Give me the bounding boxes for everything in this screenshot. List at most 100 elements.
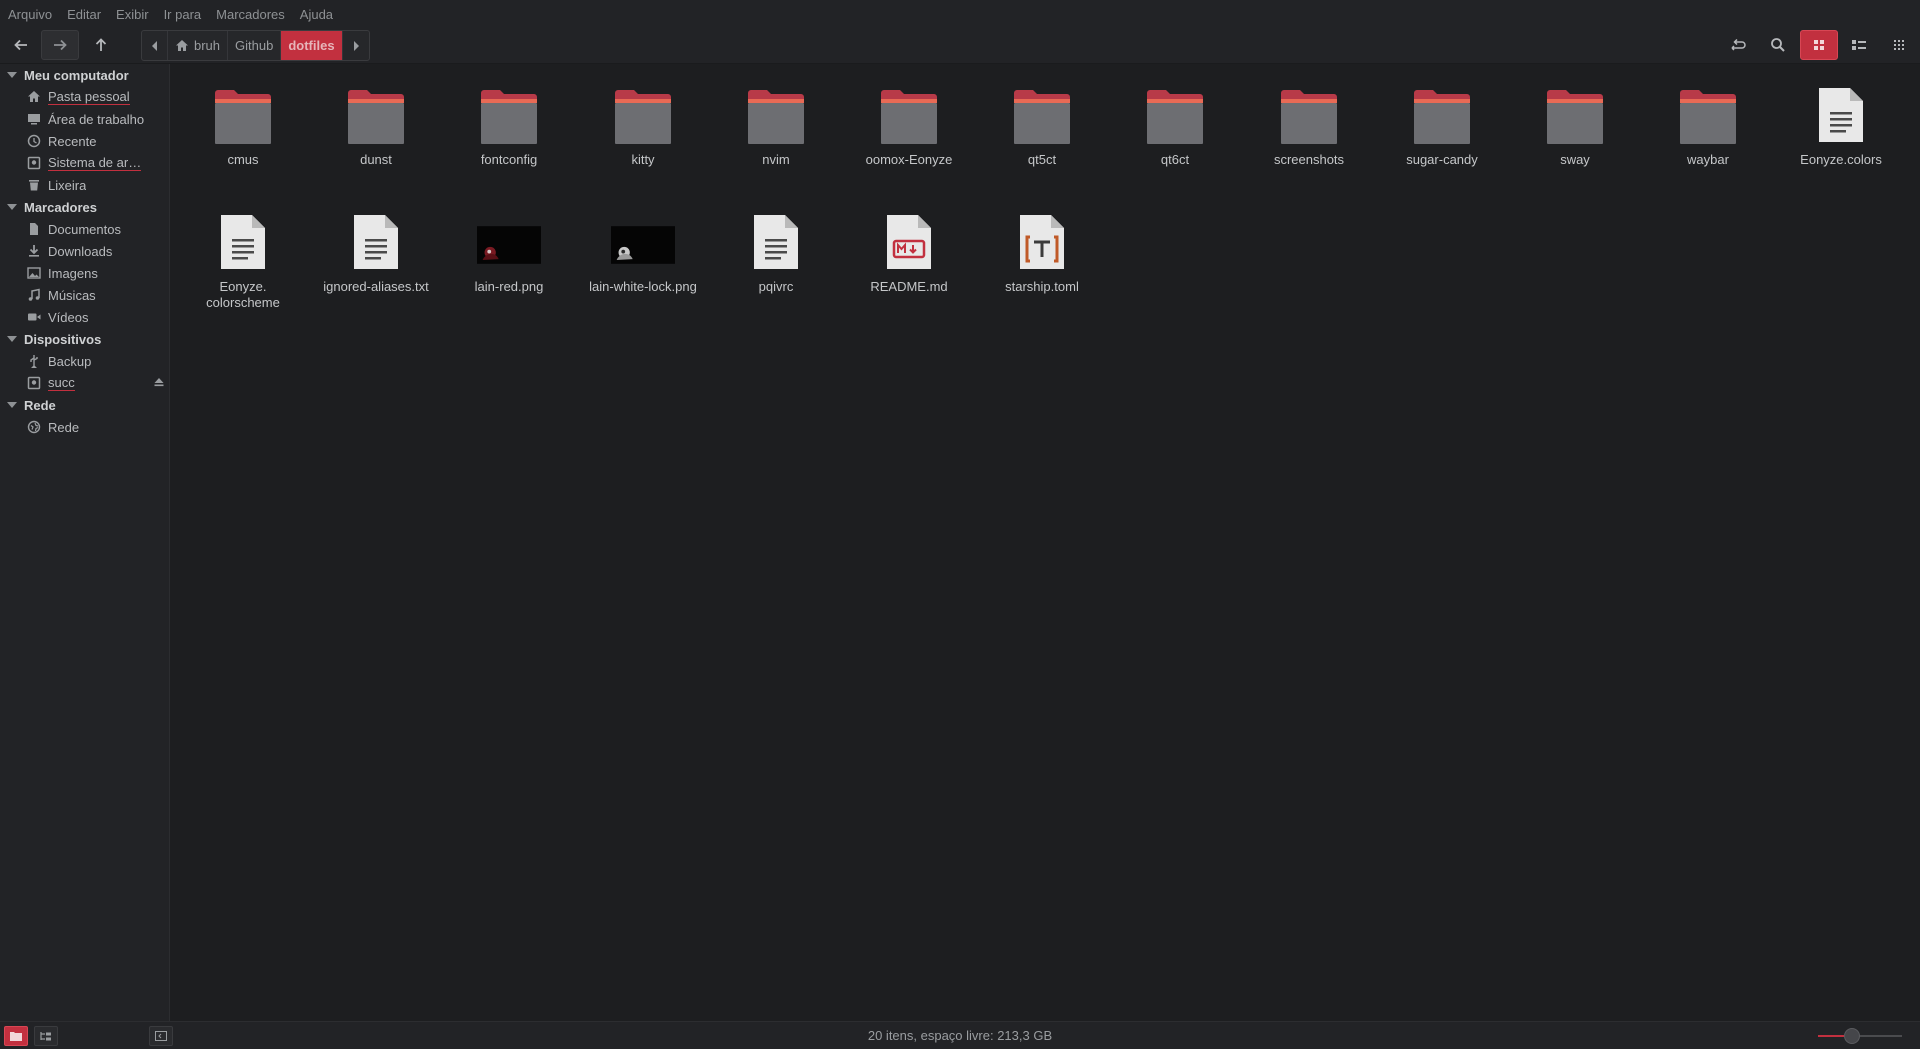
folder-icon bbox=[1277, 82, 1341, 144]
search-button[interactable] bbox=[1759, 30, 1797, 60]
sidebar-item[interactable]: Músicas bbox=[0, 284, 169, 306]
file-name: pqivrc bbox=[758, 279, 794, 294]
sidebar-section-title: Rede bbox=[24, 397, 56, 413]
sidebar-section-header[interactable]: Rede bbox=[0, 394, 56, 416]
file-item[interactable]: pqivrc bbox=[712, 191, 840, 311]
breadcrumb-label: dotfiles bbox=[288, 38, 335, 53]
sidebar-item[interactable]: Downloads bbox=[0, 240, 169, 262]
document-icon bbox=[877, 209, 941, 271]
folder-item[interactable]: sugar-candy bbox=[1378, 64, 1506, 184]
music-icon bbox=[27, 288, 41, 302]
file-name: starship.toml bbox=[1005, 279, 1079, 294]
sidebar-section-title: Marcadores bbox=[24, 199, 97, 215]
menu-item-arquivo[interactable]: Arquivo bbox=[8, 7, 52, 22]
folder-item[interactable]: fontconfig bbox=[445, 64, 573, 184]
zoom-slider-handle[interactable] bbox=[1843, 1028, 1860, 1044]
grid-icon bbox=[1814, 40, 1824, 50]
toggle-location-button[interactable] bbox=[1719, 30, 1757, 60]
file-name: oomox-Eonyze bbox=[865, 152, 953, 167]
forward-button[interactable] bbox=[41, 30, 79, 60]
file-name: sugar-candy bbox=[1406, 152, 1478, 167]
file-name: lain-red.png bbox=[474, 279, 544, 294]
image-thumbnail bbox=[611, 209, 675, 271]
network-icon bbox=[27, 420, 41, 434]
sidebar-section-header[interactable]: Dispositivos bbox=[0, 328, 101, 350]
breadcrumb-item-github[interactable]: Github bbox=[228, 31, 282, 60]
trash-icon bbox=[27, 178, 41, 192]
breadcrumb-item-current[interactable]: dotfiles bbox=[281, 31, 343, 60]
file-item[interactable]: lain-red.png bbox=[445, 191, 573, 311]
sidebar: Meu computador Pasta pessoal Área de traba… bbox=[0, 64, 170, 1021]
sidebar-item[interactable]: Vídeos bbox=[0, 306, 169, 328]
swap-icon bbox=[1731, 38, 1746, 51]
sidebar-item[interactable]: Backup bbox=[0, 350, 169, 372]
up-button[interactable] bbox=[82, 30, 120, 60]
file-name: lain-white-lock.png bbox=[589, 279, 697, 294]
sidebar-section-header[interactable]: Marcadores bbox=[0, 196, 97, 218]
zoom-slider[interactable] bbox=[1818, 1028, 1902, 1044]
menu-item-ir-para[interactable]: Ir para bbox=[164, 7, 202, 22]
folder-item[interactable]: oomox-Eonyze bbox=[845, 64, 973, 184]
sidebar-item[interactable]: Lixeira bbox=[0, 174, 169, 196]
folder-item[interactable]: kitty bbox=[579, 64, 707, 184]
arrow-right-icon bbox=[54, 39, 67, 51]
menu-item-exibir[interactable]: Exibir bbox=[116, 7, 149, 22]
expander-icon bbox=[7, 336, 17, 342]
eject-icon[interactable] bbox=[153, 376, 165, 391]
expander-icon bbox=[7, 204, 17, 210]
folder-icon bbox=[1410, 82, 1474, 144]
status-text: 20 itens, espaço livre: 213,3 GB bbox=[867, 1028, 1053, 1043]
folder-item[interactable]: qt6ct bbox=[1111, 64, 1239, 184]
folder-item[interactable]: nvim bbox=[712, 64, 840, 184]
drive-icon bbox=[27, 376, 41, 390]
folder-item[interactable]: sway bbox=[1511, 64, 1639, 184]
file-item[interactable]: lain-white-lock.png bbox=[579, 191, 707, 311]
desktop-icon bbox=[27, 112, 41, 126]
arrow-left-icon bbox=[14, 39, 27, 51]
sidebar-item-label: Backup bbox=[48, 353, 92, 369]
drive-icon bbox=[27, 156, 41, 170]
breadcrumb-scroll-left[interactable] bbox=[142, 31, 168, 60]
sidebar-item-label: Recente bbox=[48, 133, 97, 149]
file-item[interactable]: starship.toml bbox=[978, 191, 1106, 311]
folder-item[interactable]: qt5ct bbox=[978, 64, 1106, 184]
folder-icon bbox=[744, 82, 808, 144]
sidebar-section-header[interactable]: Meu computador bbox=[0, 64, 129, 86]
list-view-button[interactable] bbox=[1840, 30, 1878, 60]
file-item[interactable]: README.md bbox=[845, 191, 973, 311]
folder-item[interactable]: screenshots bbox=[1245, 64, 1373, 184]
menu-item-editar[interactable]: Editar bbox=[67, 7, 101, 22]
menu-item-ajuda[interactable]: Ajuda bbox=[300, 7, 333, 22]
arrow-up-icon bbox=[95, 38, 107, 51]
back-button[interactable] bbox=[2, 30, 40, 60]
sidebar-item[interactable]: Área de trabalho bbox=[0, 108, 169, 130]
breadcrumb-label: Github bbox=[235, 38, 274, 53]
sidebar-item[interactable]: Rede bbox=[0, 416, 169, 438]
file-item[interactable]: Eonyze.colors bbox=[1777, 64, 1905, 184]
document-icon bbox=[1010, 209, 1074, 271]
file-name: waybar bbox=[1687, 152, 1729, 167]
sidebar-item[interactable]: Pasta pessoal bbox=[0, 86, 169, 108]
sidebar-item[interactable]: succ bbox=[0, 372, 169, 394]
file-name: fontconfig bbox=[480, 152, 538, 167]
sidebar-item[interactable]: Sistema de ar… bbox=[0, 152, 169, 174]
breadcrumb-item-home[interactable]: bruh bbox=[168, 31, 229, 60]
folder-item[interactable]: cmus bbox=[179, 64, 307, 184]
file-item[interactable]: ignored-aliases.txt bbox=[312, 191, 440, 311]
file-item[interactable]: Eonyze. colorscheme bbox=[179, 191, 307, 311]
compact-view-button[interactable] bbox=[1880, 30, 1918, 60]
file-name: README.md bbox=[870, 279, 948, 294]
sidebar-item[interactable]: Documentos bbox=[0, 218, 169, 240]
sidebar-item-label: Área de trabalho bbox=[48, 111, 145, 127]
icon-view-button[interactable] bbox=[1800, 30, 1838, 60]
folder-item[interactable]: dunst bbox=[312, 64, 440, 184]
sidebar-item[interactable]: Recente bbox=[0, 130, 169, 152]
sidebar-section-title: Meu computador bbox=[24, 67, 129, 83]
image-thumbnail bbox=[477, 209, 541, 271]
folder-item[interactable]: waybar bbox=[1644, 64, 1772, 184]
clock-icon bbox=[27, 134, 41, 148]
breadcrumb-scroll-right[interactable] bbox=[343, 31, 369, 60]
menu-item-marcadores[interactable]: Marcadores bbox=[216, 7, 285, 22]
sidebar-item[interactable]: Imagens bbox=[0, 262, 169, 284]
document-icon bbox=[1809, 82, 1873, 144]
